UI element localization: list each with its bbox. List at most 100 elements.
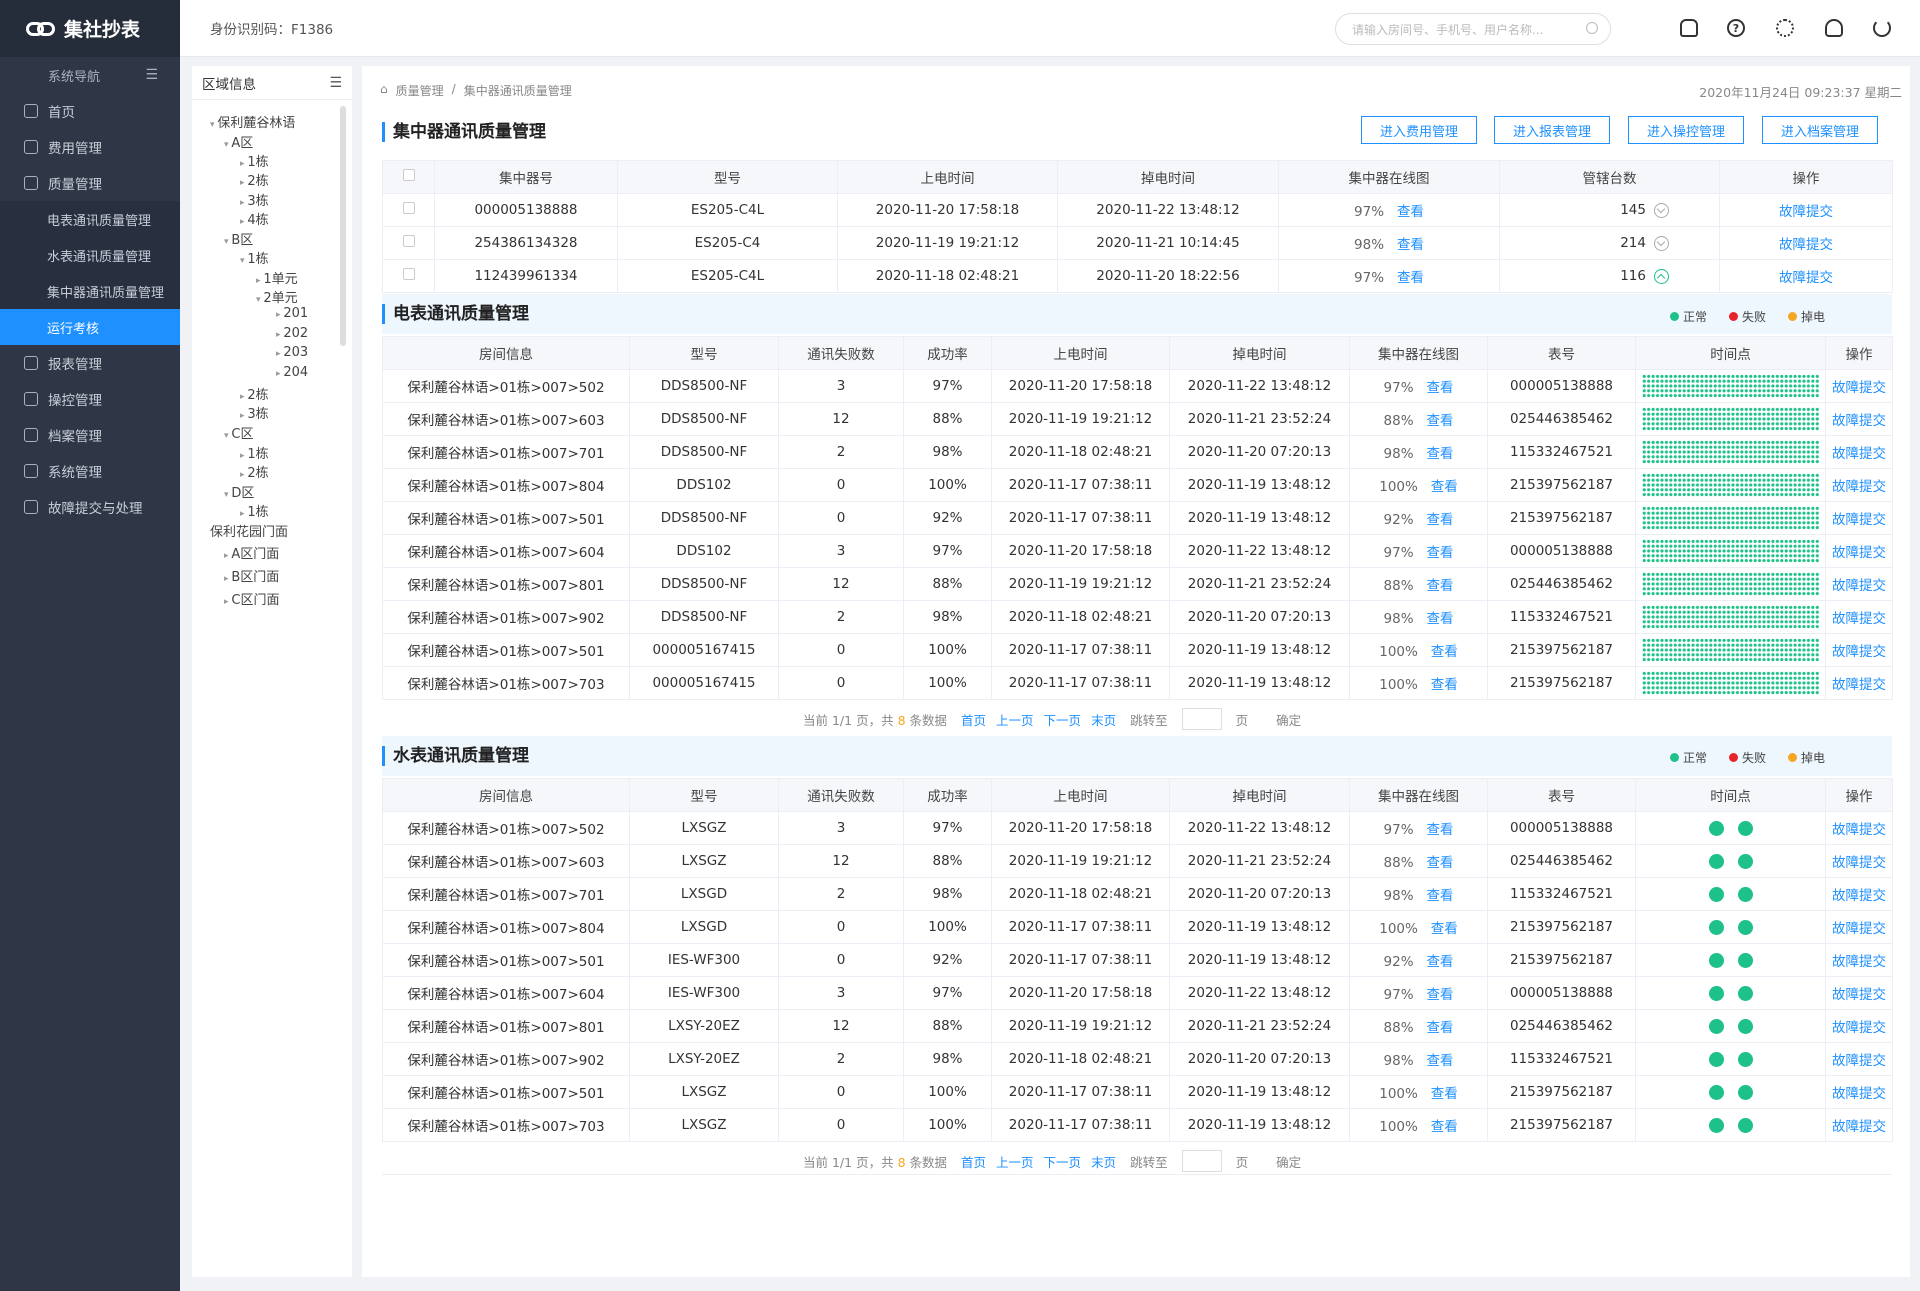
tree-node[interactable]: ▾ D区	[224, 482, 254, 501]
fault-submit-link[interactable]: 故障提交	[1719, 226, 1893, 260]
archive-button[interactable]: 进入档案管理	[1762, 116, 1878, 144]
view-link[interactable]: 查看	[1397, 270, 1424, 286]
tree-node[interactable]: ▸ 2栋	[240, 384, 269, 403]
tree-node[interactable]: ▸ 1栋	[240, 443, 269, 462]
fault-submit-link-text[interactable]: 故障提交	[1832, 644, 1886, 660]
fault-submit-link[interactable]: 故障提交	[1825, 468, 1893, 502]
fault-submit-link[interactable]: 故障提交	[1825, 534, 1893, 568]
select-all-checkbox[interactable]	[382, 160, 435, 194]
row-checkbox[interactable]	[382, 193, 435, 227]
sidebar-item-report[interactable]: 报表管理	[0, 345, 180, 381]
fault-submit-link[interactable]: 故障提交	[1825, 910, 1893, 944]
tree-node[interactable]: ▸ C区门面	[224, 589, 279, 608]
confirm-button[interactable]: 确定	[1276, 1152, 1301, 1171]
sidebar-item-fee[interactable]: 费用管理	[0, 129, 180, 165]
fault-submit-link-text[interactable]: 故障提交	[1779, 270, 1833, 286]
sidebar-item-home[interactable]: 首页	[0, 93, 180, 129]
tree-node[interactable]: ▸ A区门面	[224, 543, 279, 562]
tree-node[interactable]: ▸ 3栋	[240, 403, 269, 422]
fault-submit-link-text[interactable]: 故障提交	[1832, 1020, 1886, 1036]
tree-node[interactable]: ▸ 202	[276, 326, 308, 341]
view-link[interactable]: 查看	[1431, 921, 1458, 937]
view-link[interactable]: 查看	[1397, 204, 1424, 220]
tree-node[interactable]: ▸ 1单元	[256, 268, 298, 287]
fault-submit-link-text[interactable]: 故障提交	[1832, 1119, 1886, 1135]
fault-submit-link-text[interactable]: 故障提交	[1832, 987, 1886, 1003]
row-checkbox[interactable]	[382, 259, 435, 293]
fault-submit-link-text[interactable]: 故障提交	[1832, 545, 1886, 561]
fault-submit-link-text[interactable]: 故障提交	[1832, 446, 1886, 462]
fault-submit-link-text[interactable]: 故障提交	[1779, 204, 1833, 220]
tree-node[interactable]: ▸ 2栋	[240, 462, 269, 481]
tree-node[interactable]: ▸ 4栋	[240, 209, 269, 228]
view-link[interactable]: 查看	[1431, 644, 1458, 660]
fault-submit-link-text[interactable]: 故障提交	[1832, 921, 1886, 937]
sidebar-item-system[interactable]: 系统管理	[0, 453, 180, 489]
home-icon[interactable]: ⌂	[380, 82, 388, 99]
first-page-link[interactable]: 首页	[961, 1152, 986, 1171]
fault-submit-link[interactable]: 故障提交	[1825, 1009, 1893, 1043]
row-checkbox[interactable]	[382, 226, 435, 260]
view-link[interactable]: 查看	[1431, 1119, 1458, 1135]
view-link[interactable]: 查看	[1426, 1053, 1453, 1069]
sidebar-sub-meter-quality[interactable]: 电表通讯质量管理	[0, 201, 180, 237]
tree-node[interactable]: ▸ 1栋	[240, 501, 269, 520]
first-page-link[interactable]: 首页	[961, 710, 986, 729]
view-link[interactable]: 查看	[1426, 413, 1453, 429]
fault-submit-link-text[interactable]: 故障提交	[1779, 237, 1833, 253]
fault-submit-link[interactable]: 故障提交	[1825, 943, 1893, 977]
view-link[interactable]: 查看	[1397, 237, 1424, 253]
view-link[interactable]: 查看	[1431, 1086, 1458, 1102]
fault-submit-link[interactable]: 故障提交	[1825, 435, 1893, 469]
fault-submit-link[interactable]: 故障提交	[1719, 193, 1893, 227]
scrollbar[interactable]	[340, 106, 346, 346]
app-logo[interactable]: 集社抄表	[0, 0, 180, 57]
last-page-link[interactable]: 末页	[1091, 1152, 1116, 1171]
fault-submit-link-text[interactable]: 故障提交	[1832, 578, 1886, 594]
tree-node[interactable]: ▾ B区	[224, 229, 253, 248]
view-link[interactable]: 查看	[1426, 578, 1453, 594]
tree-node[interactable]: ▾ 1栋	[240, 248, 269, 267]
confirm-button[interactable]: 确定	[1276, 710, 1301, 729]
fault-submit-link[interactable]: 故障提交	[1825, 402, 1893, 436]
sidebar-sub-water-quality[interactable]: 水表通讯质量管理	[0, 237, 180, 273]
fault-submit-link[interactable]: 故障提交	[1825, 976, 1893, 1010]
prev-page-link[interactable]: 上一页	[996, 710, 1034, 729]
fault-submit-link-text[interactable]: 故障提交	[1832, 888, 1886, 904]
fault-submit-link-text[interactable]: 故障提交	[1832, 677, 1886, 693]
fault-submit-link-text[interactable]: 故障提交	[1832, 413, 1886, 429]
page-jump-input[interactable]	[1181, 708, 1222, 730]
report-button[interactable]: 进入报表管理	[1494, 116, 1610, 144]
view-link[interactable]: 查看	[1426, 446, 1453, 462]
sidebar-item-fault[interactable]: 故障提交与处理	[0, 489, 180, 525]
view-link[interactable]: 查看	[1426, 512, 1453, 528]
fault-submit-link-text[interactable]: 故障提交	[1832, 512, 1886, 528]
tree-node[interactable]: ▸ 201	[276, 306, 308, 321]
tree-node[interactable]: ▾ C区	[224, 423, 253, 442]
search-icon[interactable]	[1586, 22, 1598, 34]
fault-submit-link[interactable]: 故障提交	[1825, 666, 1893, 700]
fault-submit-link[interactable]: 故障提交	[1825, 1108, 1893, 1142]
sidebar-item-control[interactable]: 操控管理	[0, 381, 180, 417]
view-link[interactable]: 查看	[1426, 611, 1453, 627]
chevron-down-icon[interactable]	[1654, 202, 1669, 218]
fault-submit-link-text[interactable]: 故障提交	[1832, 611, 1886, 627]
power-icon[interactable]	[1873, 19, 1891, 37]
fault-submit-link[interactable]: 故障提交	[1825, 501, 1893, 535]
chevron-down-icon[interactable]	[1654, 235, 1669, 251]
collapse-menu-icon[interactable]: ☰	[145, 67, 158, 83]
chevron-up-icon[interactable]	[1654, 268, 1669, 284]
tree-node[interactable]: ▸ 203	[276, 345, 308, 360]
fault-submit-link-text[interactable]: 故障提交	[1832, 1053, 1886, 1069]
tree-node[interactable]: ▸ 3栋	[240, 190, 269, 209]
last-page-link[interactable]: 末页	[1091, 710, 1116, 729]
view-link[interactable]: 查看	[1426, 987, 1453, 1003]
tree-node[interactable]: 保利花园门面	[210, 521, 288, 540]
tree-node[interactable]: ▸ 204	[276, 365, 308, 380]
fault-submit-link[interactable]: 故障提交	[1825, 633, 1893, 667]
fault-submit-link-text[interactable]: 故障提交	[1832, 822, 1886, 838]
next-page-link[interactable]: 下一页	[1044, 1152, 1082, 1171]
fault-submit-link-text[interactable]: 故障提交	[1832, 380, 1886, 396]
fee-button[interactable]: 进入费用管理	[1361, 116, 1477, 144]
fault-submit-link[interactable]: 故障提交	[1825, 877, 1893, 911]
